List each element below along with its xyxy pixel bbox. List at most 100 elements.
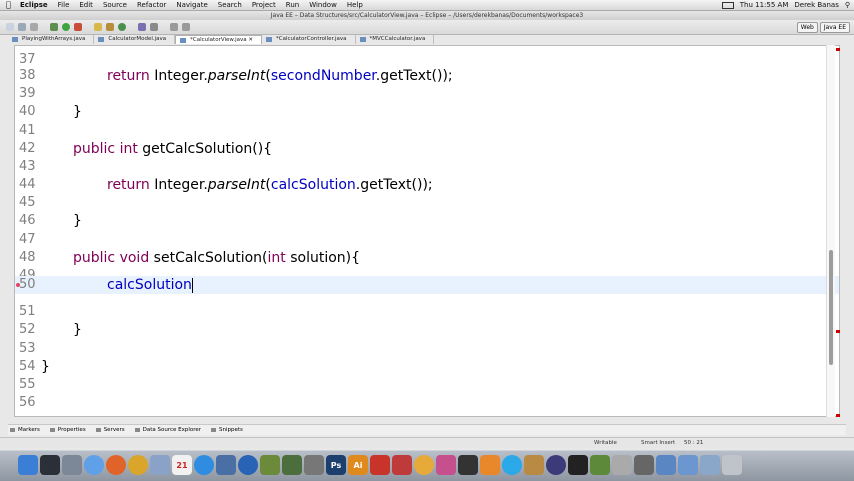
trash-icon[interactable]: [722, 455, 742, 475]
preview-icon[interactable]: [436, 455, 456, 475]
menu-edit[interactable]: Edit: [79, 0, 93, 10]
user-name[interactable]: Derek Banas: [794, 0, 838, 10]
search-icon[interactable]: [150, 23, 158, 31]
save-icon[interactable]: [18, 23, 26, 31]
clapper-icon[interactable]: [458, 455, 478, 475]
battery-icon[interactable]: [721, 1, 734, 9]
java-file-icon: [359, 37, 366, 42]
menu-help[interactable]: Help: [347, 0, 363, 10]
open-type-icon[interactable]: [138, 23, 146, 31]
illustrator-icon[interactable]: Ai: [348, 455, 368, 475]
menu-refactor[interactable]: Refactor: [137, 0, 166, 10]
tab-calculator-view[interactable]: *CalculatorView.java ✕: [175, 35, 262, 44]
audio-icon[interactable]: [612, 455, 632, 475]
scrollbar-thumb[interactable]: [829, 250, 833, 365]
menu-run[interactable]: Run: [286, 0, 299, 10]
tab-properties[interactable]: Properties: [48, 425, 90, 435]
skype-icon[interactable]: [502, 455, 522, 475]
tab-label: CalculatorModel.java: [108, 36, 167, 42]
close-icon[interactable]: ✕: [248, 37, 253, 43]
debug-icon[interactable]: [50, 23, 58, 31]
tab-data-source-explorer[interactable]: Data Source Explorer: [133, 425, 205, 435]
overview-marker[interactable]: [836, 330, 840, 333]
vlc-icon[interactable]: [480, 455, 500, 475]
servers-icon: [95, 428, 101, 432]
textedit-icon[interactable]: [216, 455, 236, 475]
menu-navigate[interactable]: Navigate: [176, 0, 207, 10]
tab-mvc-calculator[interactable]: *MVCCalculator.java: [356, 35, 435, 44]
apple-icon[interactable]: : [6, 0, 11, 10]
dock: 21 Ps Ai: [0, 450, 854, 481]
app-store-icon[interactable]: [260, 455, 280, 475]
back-icon[interactable]: [170, 23, 178, 31]
dashboard-icon[interactable]: [40, 455, 60, 475]
menu-items: Eclipse File Edit Source Refactor Naviga…: [20, 0, 363, 10]
overview-marker[interactable]: [836, 48, 840, 51]
editor-scrollbar[interactable]: [826, 45, 835, 417]
tab-servers[interactable]: Servers: [94, 425, 129, 435]
tab-markers[interactable]: Markers: [8, 425, 44, 435]
code-editor[interactable]: 37 38 return Integer.parseInt(secondNumb…: [14, 45, 840, 417]
current-code-line: 50 calcSolution: [15, 276, 839, 294]
acrobat-icon[interactable]: [370, 455, 390, 475]
photos-icon[interactable]: [238, 455, 258, 475]
calendar-icon[interactable]: 21: [172, 455, 192, 475]
menu-search[interactable]: Search: [218, 0, 242, 10]
finder-icon[interactable]: [18, 455, 38, 475]
calculator-icon[interactable]: [634, 455, 654, 475]
tab-snippets[interactable]: Snippets: [209, 425, 247, 435]
system-prefs-icon[interactable]: [62, 455, 82, 475]
new-java-project-icon[interactable]: [94, 23, 102, 31]
java-file-icon: [98, 37, 105, 42]
menu-app[interactable]: Eclipse: [20, 0, 48, 10]
safari-icon[interactable]: [194, 455, 214, 475]
print-icon[interactable]: [30, 23, 38, 31]
spotlight-icon[interactable]: ⚲: [845, 0, 850, 10]
java-file-icon: [266, 37, 272, 42]
folder-icon[interactable]: [656, 455, 676, 475]
photoshop-icon[interactable]: Ps: [326, 455, 346, 475]
cyberduck-icon[interactable]: [524, 455, 544, 475]
status-insert-mode: Smart Insert: [641, 440, 676, 446]
menubar-right: Thu 11:55 AM Derek Banas ⚲: [721, 0, 850, 10]
itunes-icon[interactable]: [84, 455, 104, 475]
tab-calculator-controller[interactable]: *CalculatorController.java: [262, 35, 356, 44]
flash-icon[interactable]: [414, 455, 434, 475]
forward-icon[interactable]: [182, 23, 190, 31]
tab-playing-with-arrays[interactable]: PlayingWithArrays.java: [8, 35, 95, 44]
clock[interactable]: Thu 11:55 AM: [740, 0, 789, 10]
perspective-javaee[interactable]: Java EE: [819, 22, 850, 33]
mail-icon[interactable]: [150, 455, 170, 475]
java-file-icon: [180, 38, 187, 43]
status-cursor-position: 50 : 21: [684, 440, 704, 446]
external-tools-icon[interactable]: [74, 23, 82, 31]
tab-label: *CalculatorController.java: [276, 36, 347, 42]
minecraft-icon[interactable]: [590, 455, 610, 475]
eclipse-icon[interactable]: [546, 455, 566, 475]
code-text: calcSolution: [107, 277, 193, 293]
new-class-icon[interactable]: [118, 23, 126, 31]
overview-marker[interactable]: [836, 414, 840, 417]
menu-source[interactable]: Source: [103, 0, 127, 10]
misc-app-icon[interactable]: [304, 455, 324, 475]
menu-file[interactable]: File: [58, 0, 70, 10]
new-package-icon[interactable]: [106, 23, 114, 31]
status-writable: Writable: [594, 440, 617, 446]
terminal-icon[interactable]: [568, 455, 588, 475]
perspective-web[interactable]: Web: [796, 22, 818, 33]
editor-tabs: PlayingWithArrays.java CalculatorModel.j…: [8, 35, 846, 44]
chrome-icon[interactable]: [128, 455, 148, 475]
run-icon[interactable]: [62, 23, 70, 31]
menu-project[interactable]: Project: [252, 0, 276, 10]
dreamweaver-icon[interactable]: [392, 455, 412, 475]
line-number: 56: [19, 395, 36, 410]
time-machine-icon[interactable]: [282, 455, 302, 475]
dock-icons: 21 Ps Ai: [18, 455, 742, 475]
firefox-icon[interactable]: [106, 455, 126, 475]
tab-calculator-model[interactable]: CalculatorModel.java: [94, 35, 176, 44]
markers-icon: [10, 428, 15, 432]
new-icon[interactable]: [6, 23, 14, 31]
documents-icon[interactable]: [700, 455, 720, 475]
downloads-icon[interactable]: [678, 455, 698, 475]
menu-window[interactable]: Window: [309, 0, 337, 10]
